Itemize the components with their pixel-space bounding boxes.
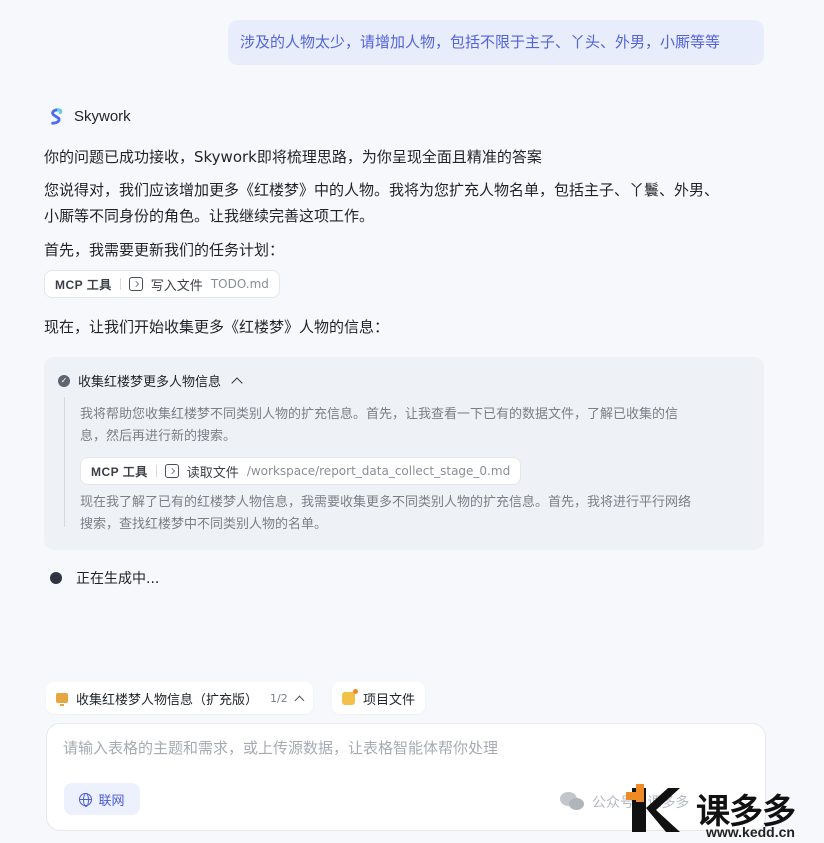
k-logo-icon bbox=[626, 784, 680, 832]
timeline-line bbox=[64, 397, 65, 527]
step-text-line: 搜索，查找红楼梦中不同类别人物的名单。 bbox=[80, 517, 328, 532]
terminal-icon bbox=[164, 464, 179, 478]
divider bbox=[155, 465, 157, 477]
step-text-line: 我将帮助您收集红楼梦不同类别人物的扩充信息。首先，让我查看一下已有的数据文件，了… bbox=[80, 407, 679, 422]
project-files-button[interactable]: 项目文件 bbox=[332, 682, 426, 714]
globe-icon bbox=[79, 792, 93, 807]
task-count: 1/2 bbox=[270, 691, 288, 705]
prompt-input[interactable] bbox=[63, 736, 753, 760]
tool-action: 读取文件 bbox=[186, 465, 239, 481]
skywork-logo-icon bbox=[51, 108, 63, 125]
status-text: 正在生成中... bbox=[76, 571, 160, 587]
tool-label: MCP 工具 bbox=[55, 277, 112, 292]
wechat-icon bbox=[560, 792, 586, 812]
step-text-line: 息，然后再进行新的搜索。 bbox=[80, 429, 237, 444]
check-icon: ✓ bbox=[58, 374, 70, 387]
generating-status: 正在生成中... bbox=[50, 568, 159, 588]
step-text-line: 现在我了解了已有的红楼梦人物信息，我需要收集更多不同类别人物的扩充信息。首先，我… bbox=[80, 495, 692, 510]
terminal-icon bbox=[128, 277, 143, 291]
task-step-title: 收集红楼梦更多人物信息 bbox=[78, 375, 222, 390]
task-step-header[interactable]: ✓ 收集红楼梦更多人物信息 bbox=[58, 371, 243, 390]
file-note-icon bbox=[342, 688, 358, 705]
user-message: 涉及的人物太少，请增加人物，包括不限于主子、丫头、外男，小厮等等 bbox=[228, 20, 764, 65]
web-label: 联网 bbox=[98, 793, 125, 809]
tool-action: 写入文件 bbox=[150, 278, 203, 294]
chevron-up-icon[interactable] bbox=[231, 376, 243, 389]
tool-target: TODO.md bbox=[210, 277, 269, 291]
assistant-name: Skywork bbox=[74, 108, 131, 125]
web-search-toggle[interactable]: 联网 bbox=[64, 783, 140, 815]
tool-call-write-file[interactable]: MCP 工具 写入文件 TODO.md bbox=[44, 270, 280, 298]
loading-dot-icon bbox=[50, 572, 62, 584]
task-label: 收集红楼梦人物信息（扩充版） bbox=[76, 692, 259, 708]
kedd-logo: 课多多 www.kedd.cn bbox=[622, 784, 824, 843]
assistant-header: Skywork bbox=[46, 107, 131, 126]
step-text: 现在我了解了已有的红楼梦人物信息，我需要收集更多不同类别人物的扩充信息。首先，我… bbox=[80, 492, 750, 536]
kedd-url: www.kedd.cn bbox=[706, 824, 795, 840]
divider bbox=[119, 278, 121, 290]
files-label: 项目文件 bbox=[363, 692, 416, 708]
tool-label: MCP 工具 bbox=[91, 464, 148, 479]
task-progress-chip[interactable]: 收集红楼梦人物信息（扩充版） 1/2 bbox=[46, 682, 313, 714]
monitor-icon bbox=[56, 693, 68, 706]
tool-target: /workspace/report_data_collect_stage_0.m… bbox=[246, 464, 511, 478]
step-text: 我将帮助您收集红楼梦不同类别人物的扩充信息。首先，让我查看一下已有的数据文件，了… bbox=[80, 404, 750, 448]
assistant-paragraph: 首先，我需要更新我们的任务计划： bbox=[44, 241, 285, 259]
task-step-panel: ✓ 收集红楼梦更多人物信息 我将帮助您收集红楼梦不同类别人物的扩充信息。首先，让… bbox=[44, 357, 764, 550]
assistant-paragraph: 小厮等不同身份的角色。让我继续完善这项工作。 bbox=[44, 207, 375, 225]
assistant-paragraph: 现在，让我们开始收集更多《红楼梦》人物的信息： bbox=[44, 318, 390, 336]
assistant-paragraph: 您说得对，我们应该增加更多《红楼梦》中的人物。我将为您扩充人物名单，包括主子、丫… bbox=[44, 181, 720, 199]
assistant-paragraph: 你的问题已成功接收，Skywork即将梳理思路，为你呈现全面且精准的答案 bbox=[44, 148, 542, 166]
chevron-up-icon bbox=[294, 695, 305, 705]
tool-call-read-file[interactable]: MCP 工具 读取文件 /workspace/report_data_colle… bbox=[80, 457, 522, 485]
